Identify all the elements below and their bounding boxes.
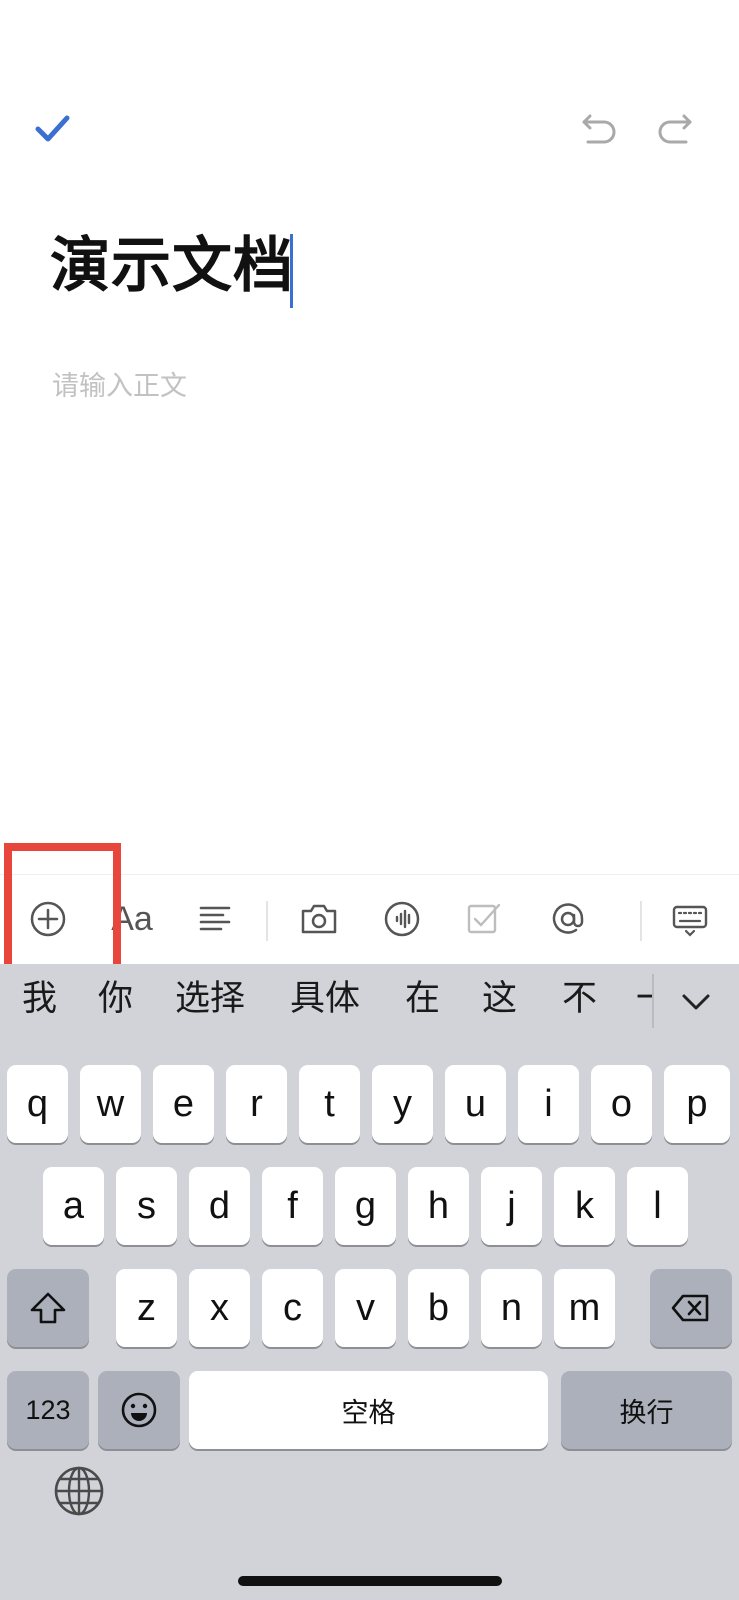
key-y[interactable]: y	[372, 1065, 433, 1143]
numbers-key-label: 123	[25, 1394, 71, 1425]
key-q[interactable]: q	[7, 1065, 68, 1143]
space-key-label: 空格	[341, 1397, 396, 1428]
candidate-item[interactable]: 在	[405, 974, 440, 1024]
key-c[interactable]: c	[262, 1269, 323, 1347]
key-o[interactable]: o	[591, 1065, 652, 1143]
return-key[interactable]: 换行	[561, 1371, 732, 1449]
return-key-label: 换行	[619, 1397, 674, 1428]
key-e[interactable]: e	[153, 1065, 214, 1143]
candidate-bar: 我 你 选择 具体 在 这 不 一	[0, 964, 739, 1034]
key-g[interactable]: g	[335, 1167, 396, 1245]
key-z[interactable]: z	[116, 1269, 177, 1347]
align-icon[interactable]	[183, 889, 247, 949]
key-w[interactable]: w	[80, 1065, 141, 1143]
candidate-item[interactable]: 一	[636, 974, 652, 1024]
backspace-icon	[671, 1294, 709, 1322]
insert-button-highlight	[4, 843, 121, 977]
candidate-item[interactable]: 选择	[175, 974, 245, 1024]
key-d[interactable]: d	[189, 1167, 250, 1245]
redo-icon[interactable]	[650, 104, 698, 152]
home-indicator	[238, 1576, 502, 1586]
key-f[interactable]: f	[262, 1167, 323, 1245]
audio-icon[interactable]	[370, 889, 434, 949]
key-h[interactable]: h	[408, 1167, 469, 1245]
checkbox-icon[interactable]	[451, 889, 515, 949]
key-m[interactable]: m	[554, 1269, 615, 1347]
key-x[interactable]: x	[189, 1269, 250, 1347]
candidate-item[interactable]: 这	[482, 974, 517, 1024]
chevron-down-icon[interactable]	[676, 982, 716, 1022]
key-j[interactable]: j	[481, 1167, 542, 1245]
candidate-item[interactable]: 你	[98, 974, 133, 1024]
body-placeholder[interactable]: 请输入正文	[52, 364, 187, 403]
key-b[interactable]: b	[408, 1269, 469, 1347]
key-s[interactable]: s	[116, 1167, 177, 1245]
key-u[interactable]: u	[445, 1065, 506, 1143]
key-v[interactable]: v	[335, 1269, 396, 1347]
checkmark-icon[interactable]	[28, 104, 76, 152]
key-n[interactable]: n	[481, 1269, 542, 1347]
emoji-key[interactable]	[98, 1371, 180, 1449]
key-r[interactable]: r	[226, 1065, 287, 1143]
key-l[interactable]: l	[627, 1167, 688, 1245]
key-a[interactable]: a	[43, 1167, 104, 1245]
toolbar-divider	[640, 901, 642, 941]
key-p[interactable]: p	[664, 1065, 730, 1143]
candidate-divider	[652, 974, 654, 1028]
undo-icon[interactable]	[576, 104, 624, 152]
space-key[interactable]: 空格	[189, 1371, 548, 1449]
key-t[interactable]: t	[299, 1065, 360, 1143]
candidate-overflow: 一	[636, 964, 652, 1034]
ime-keyboard: 我 你 选择 具体 在 这 不 一 q w e r t y u i o p a …	[0, 964, 739, 1600]
at-icon[interactable]	[536, 889, 600, 949]
top-bar	[0, 0, 739, 200]
keyboard-icon[interactable]	[658, 889, 722, 949]
candidate-item[interactable]: 具体	[290, 974, 360, 1024]
numbers-key[interactable]: 123	[7, 1371, 89, 1449]
backspace-key[interactable]	[650, 1269, 732, 1347]
shift-icon	[30, 1292, 66, 1324]
key-k[interactable]: k	[554, 1167, 615, 1245]
shift-key[interactable]	[7, 1269, 89, 1347]
candidate-item[interactable]: 我	[22, 974, 57, 1024]
text-cursor	[290, 234, 293, 308]
toolbar-divider	[266, 901, 268, 941]
document-title[interactable]: 演示文档	[50, 228, 294, 304]
globe-icon[interactable]	[52, 1464, 106, 1518]
candidate-item[interactable]: 不	[562, 974, 597, 1024]
key-i[interactable]: i	[518, 1065, 579, 1143]
camera-icon[interactable]	[287, 889, 351, 949]
emoji-icon	[121, 1392, 157, 1428]
